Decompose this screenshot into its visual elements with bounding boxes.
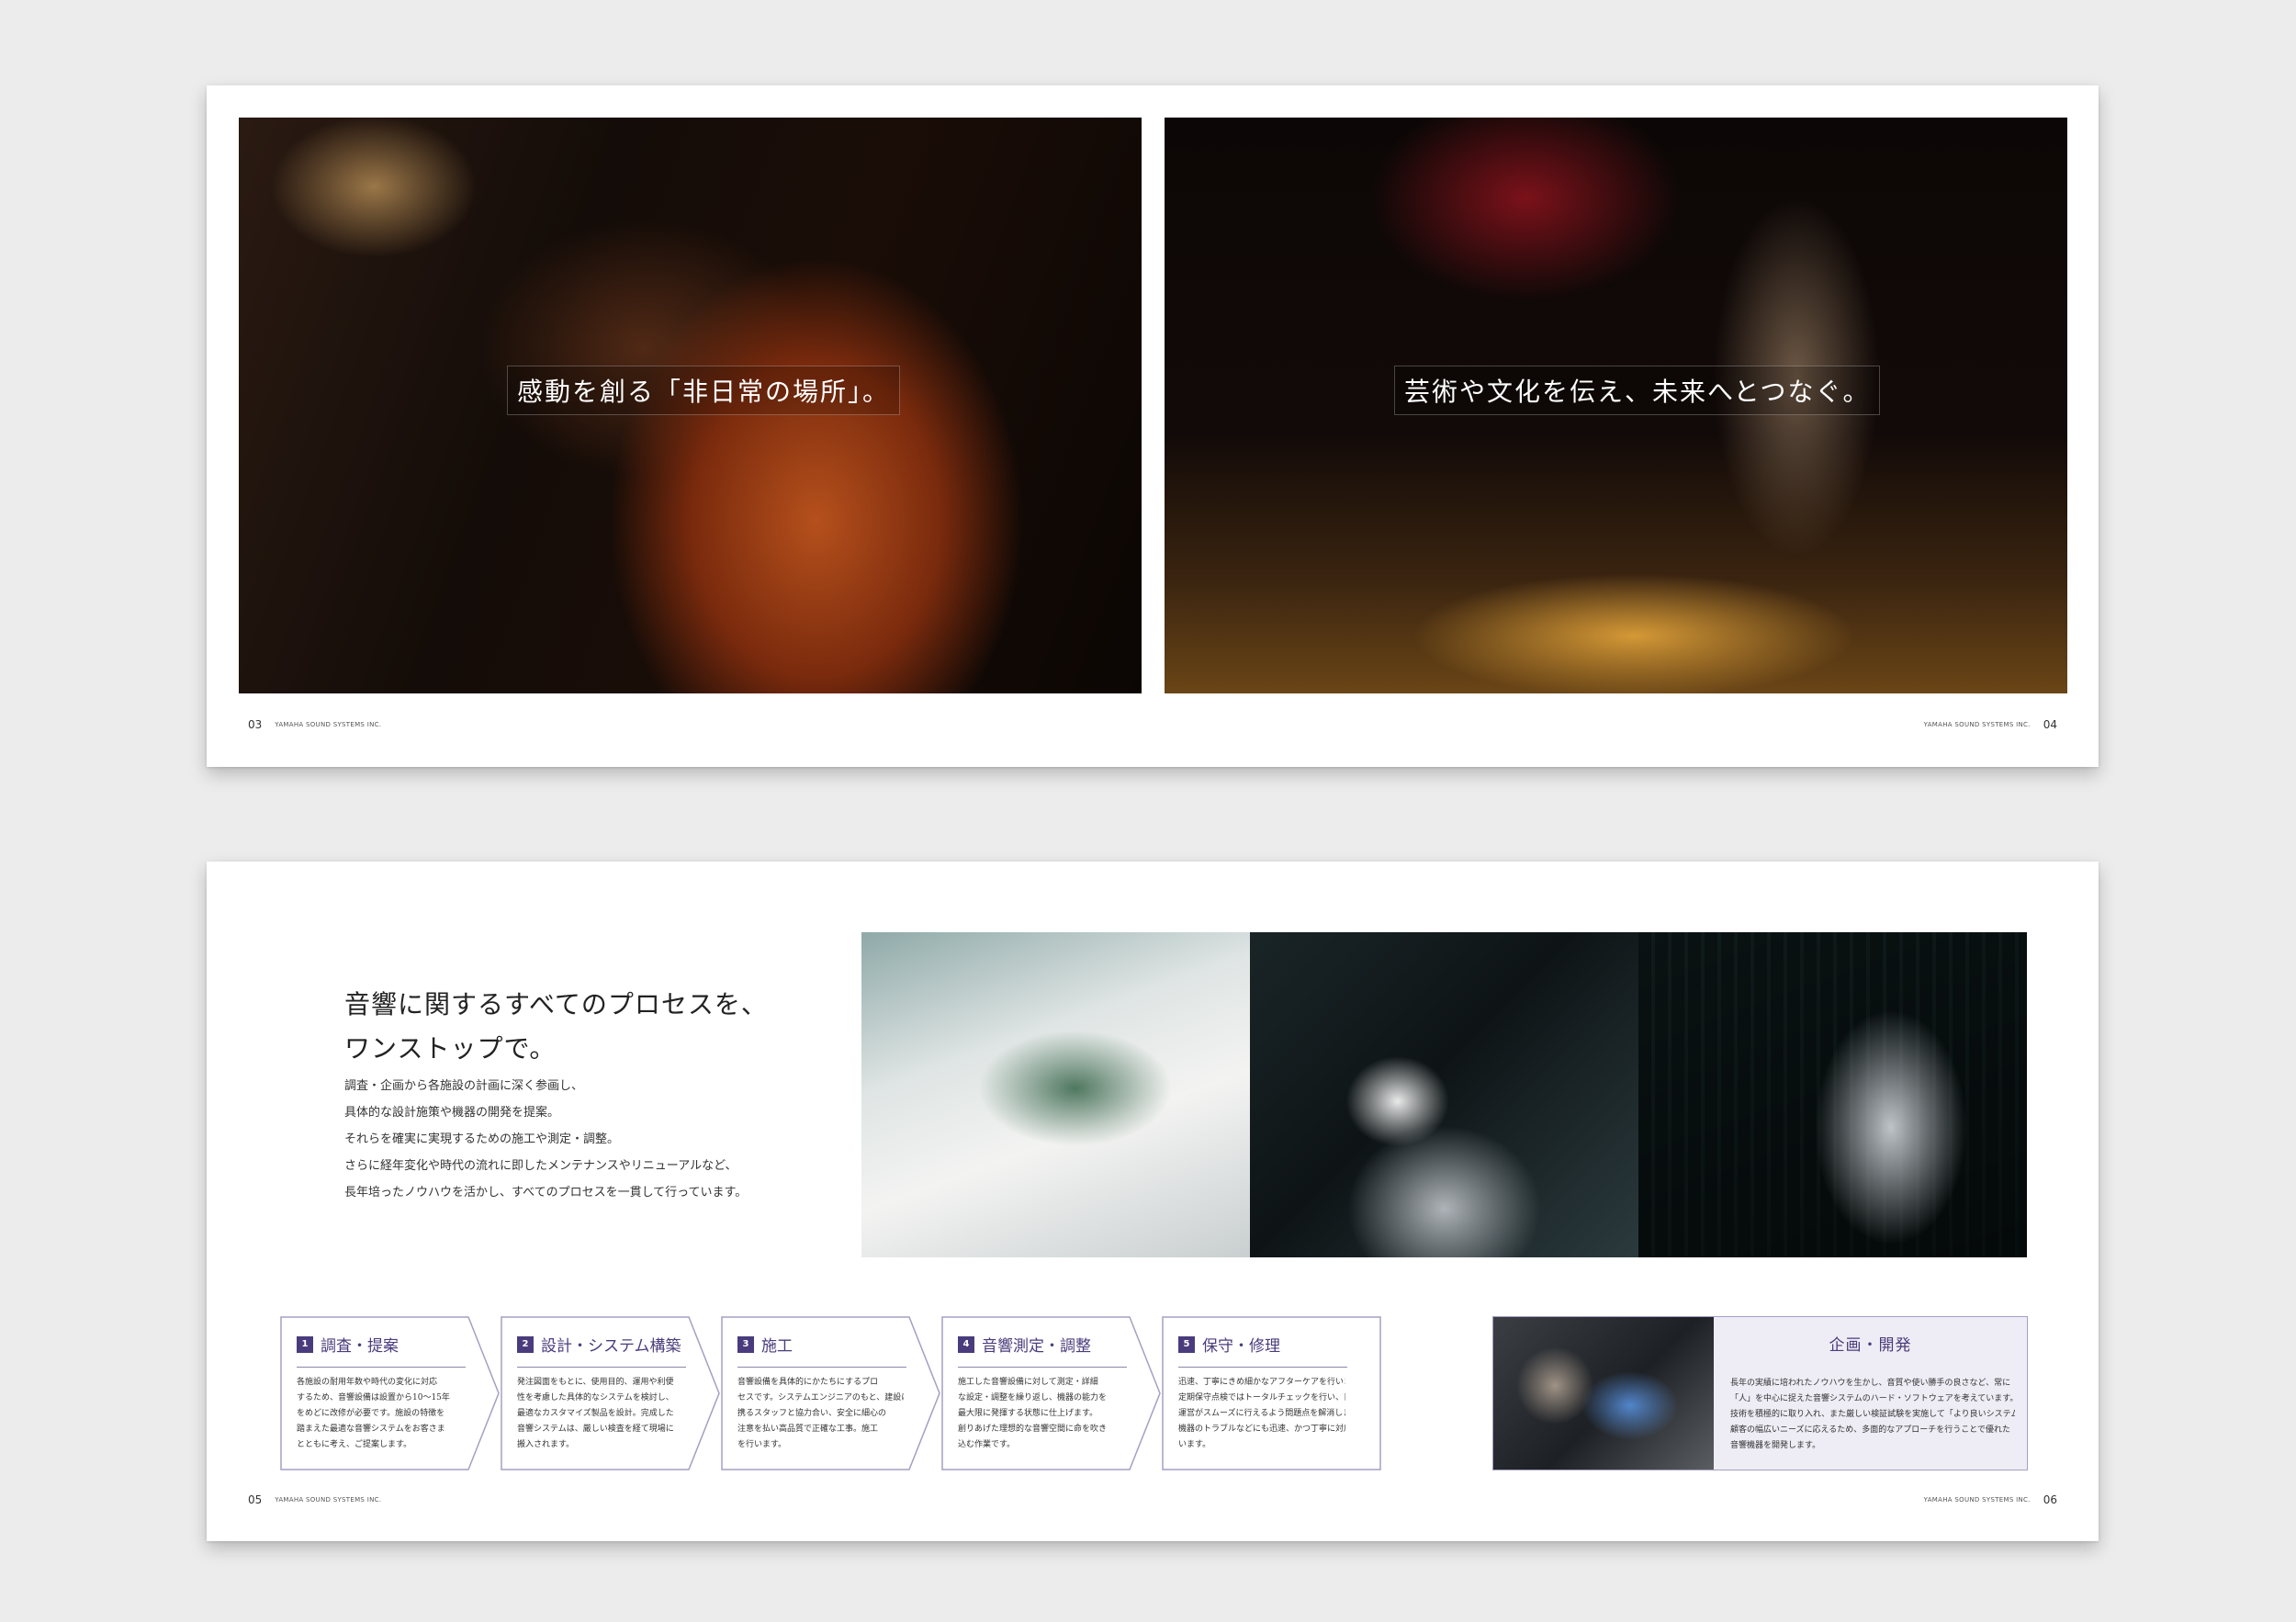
step-number-badge: 3	[737, 1335, 754, 1353]
lead-title-line: 音響に関するすべてのプロセスを、	[344, 989, 768, 1019]
step-body-line: 込む作業です。	[958, 1440, 1016, 1449]
step-body-line: います。	[1178, 1440, 1211, 1449]
step-number-badge: 5	[1178, 1335, 1195, 1353]
development-box: 企画・開発 長年の実績に培われたノウハウを生かし、音質や使い勝手の良さなど、常に…	[1492, 1316, 2028, 1470]
step-body-line: 最適なカスタマイズ製品を設計。完成した	[517, 1409, 674, 1418]
lead-body-line: 具体的な設計施策や機器の開発を提案。	[344, 1106, 560, 1120]
development-title: 企画・開発	[1829, 1336, 1912, 1355]
step-body-line: 発注図面をもとに、使用目的、運用や利便	[517, 1378, 674, 1387]
step-divider	[517, 1367, 686, 1368]
step-body-line: 踏まえた最適な音響システムをお客さま	[297, 1425, 445, 1434]
headline-right: 芸術や文化を伝え、未来へとつなぐ。	[1394, 366, 1881, 415]
step-number-badge: 1	[297, 1335, 313, 1353]
dancer-photo: 芸術や文化を伝え、未来へとつなぐ。	[1165, 118, 2067, 693]
development-body-line: 「人」を中心に捉えた音響システムのハード・ソフトウェアを考えています。最新の	[1730, 1394, 2015, 1403]
step-title: 音響測定・調整	[982, 1337, 1091, 1356]
step-body: 各施設の耐用年数や時代の変化に対応 するため、音響設備は設置から10～15年 を…	[297, 1375, 464, 1453]
step-body-line: 最大限に発揮する状態に仕上げます。	[958, 1409, 1098, 1418]
step-title: 調査・提案	[321, 1337, 399, 1356]
step-body: 発注図面をもとに、使用目的、運用や利便 性を考慮した具体的なシステムを検討し、 …	[517, 1375, 684, 1453]
step-body-line: とともに考え、ご提案します。	[297, 1440, 412, 1449]
step-body: 音響設備を具体的にかたちにするプロ セスです。システムエンジニアのもと、建設に …	[737, 1375, 905, 1453]
brand-name: YAMAHA SOUND SYSTEMS INC.	[1923, 1496, 2031, 1504]
brand-name: YAMAHA SOUND SYSTEMS INC.	[1923, 721, 2031, 728]
lead-body-line: 調査・企画から各施設の計画に深く参画し、	[344, 1079, 584, 1093]
step-body-line: 機器のトラブルなどにも迅速、かつ丁寧に対応して	[1178, 1425, 1345, 1434]
step-body-line: をめどに改修が必要です。施設の特徴を	[297, 1409, 445, 1418]
step-body-line: 性を考慮した具体的なシステムを検討し、	[517, 1393, 674, 1402]
step-body-line: 運営がスムーズに行えるよう問題点を解消します。	[1178, 1409, 1345, 1418]
step-title: 施工	[761, 1337, 793, 1356]
development-body-line: 技術を積極的に取り入れ、また厳しい検証試験を実施して「より良いシステムへ」。	[1730, 1410, 2015, 1419]
page-number: 03	[248, 718, 263, 731]
step-body-line: 創りあげた理想的な音響空間に命を吹き	[958, 1425, 1108, 1434]
step-body-line: 音響システムは、厳しい検査を経て現場に	[517, 1425, 674, 1434]
development-body: 長年の実績に培われたノウハウを生かし、音質や使い勝手の良さなど、常に 「人」を中…	[1730, 1376, 2015, 1454]
page-number: 05	[248, 1493, 263, 1506]
cello-photo: 感動を創る「非日常の場所」。	[239, 118, 1142, 693]
step-heading: 1 調査・提案	[297, 1333, 399, 1356]
process-step-5: 5 保守・修理 迅速、丁寧にきめ細かなアフターケアを行います。 定期保守点検では…	[1162, 1316, 1382, 1470]
lead-body: 調査・企画から各施設の計画に深く参画し、 具体的な設計施策や機器の開発を提案。 …	[344, 1073, 822, 1206]
step-body-line: を行います。	[737, 1440, 787, 1449]
process-step-4: 4 音響測定・調整 施工した音響設備に対して測定・詳細 な設定・調整を繰り返し、…	[941, 1316, 1162, 1470]
installation-photo	[1250, 932, 1638, 1257]
development-body-line: 音響機器を開発します。	[1730, 1441, 1821, 1450]
step-number-badge: 4	[958, 1335, 974, 1353]
step-body-line: するため、音響設備は設置から10～15年	[297, 1393, 450, 1402]
lead-title: 音響に関するすべてのプロセスを、 ワンストップで。	[344, 983, 804, 1071]
photo-strip	[861, 932, 2027, 1257]
step-body-line: 音響設備を具体的にかたちにするプロ	[737, 1378, 879, 1387]
step-body-line: な設定・調整を繰り返し、機器の能力を	[958, 1393, 1108, 1402]
page-number: 06	[2043, 1493, 2057, 1506]
page-number: 04	[2043, 718, 2057, 731]
lead-body-line: 長年培ったノウハウを活かし、すべてのプロセスを一貫して行っています。	[344, 1186, 748, 1200]
step-divider	[1178, 1367, 1347, 1368]
process-step-3: 3 施工 音響設備を具体的にかたちにするプロ セスです。システムエンジニアのもと…	[721, 1316, 941, 1470]
step-divider	[737, 1367, 906, 1368]
lead-body-line: さらに経年変化や時代の流れに即したメンテナンスやリニューアルなど、	[344, 1159, 737, 1173]
process-step-2: 2 設計・システム構築 発注図面をもとに、使用目的、運用や利便 性を考慮した具体…	[501, 1316, 721, 1470]
step-body: 施工した音響設備に対して測定・詳細 な設定・調整を繰り返し、機器の能力を 最大限…	[958, 1375, 1125, 1453]
step-body: 迅速、丁寧にきめ細かなアフターケアを行います。 定期保守点検ではトータルチェック…	[1178, 1375, 1345, 1453]
step-body-line: 携るスタッフと協力合い、安全に細心の	[737, 1409, 887, 1418]
step-body-line: 各施設の耐用年数や時代の変化に対応	[297, 1378, 438, 1387]
step-heading: 4 音響測定・調整	[958, 1333, 1091, 1356]
development-body-line: 長年の実績に培われたノウハウを生かし、音質や使い勝手の良さなど、常に	[1730, 1379, 2011, 1388]
process-steps: 1 調査・提案 各施設の耐用年数や時代の変化に対応 するため、音響設備は設置から…	[280, 1316, 1382, 1470]
spread-pages-03-04: 感動を創る「非日常の場所」。 芸術や文化を伝え、未来へとつなぐ。 03 YAMA…	[207, 85, 2099, 767]
step-heading: 5 保守・修理	[1178, 1333, 1280, 1356]
folio-page-04: YAMAHA SOUND SYSTEMS INC. 04	[1924, 718, 2057, 731]
step-heading: 3 施工	[737, 1333, 793, 1356]
brand-name: YAMAHA SOUND SYSTEMS INC.	[275, 1496, 382, 1504]
engineer-photo	[1493, 1317, 1714, 1470]
folio-page-05: 05 YAMAHA SOUND SYSTEMS INC.	[248, 1493, 381, 1506]
step-body-line: 施工した音響設備に対して測定・詳細	[958, 1378, 1098, 1387]
folio-page-06: YAMAHA SOUND SYSTEMS INC. 06	[1924, 1493, 2057, 1506]
lead-body-line: それらを確実に実現するための施工や測定・調整。	[344, 1132, 620, 1146]
development-text: 企画・開発 長年の実績に培われたノウハウを生かし、音質や使い勝手の良さなど、常に…	[1714, 1317, 2027, 1470]
step-title: 設計・システム構築	[541, 1337, 681, 1356]
development-body-line: 顧客の幅広いニーズに応えるため、多面的なアプローチを行うことで優れた	[1730, 1425, 2011, 1435]
technician-photo	[1638, 932, 2027, 1257]
spread-pages-05-06: 音響に関するすべてのプロセスを、 ワンストップで。 調査・企画から各施設の計画に…	[207, 862, 2099, 1541]
process-step-1: 1 調査・提案 各施設の耐用年数や時代の変化に対応 するため、音響設備は設置から…	[280, 1316, 501, 1470]
step-body-line: 定期保守点検ではトータルチェックを行い、日常の	[1178, 1393, 1345, 1402]
headline-left: 感動を創る「非日常の場所」。	[507, 366, 901, 415]
step-body-line: 注意を払い高品質で正確な工事。施工	[737, 1425, 879, 1434]
step-heading: 2 設計・システム構築	[517, 1333, 681, 1356]
lead-title-line: ワンストップで。	[344, 1033, 557, 1064]
folio-page-03: 03 YAMAHA SOUND SYSTEMS INC.	[248, 718, 381, 731]
brand-name: YAMAHA SOUND SYSTEMS INC.	[275, 721, 382, 728]
step-title: 保守・修理	[1202, 1337, 1280, 1356]
step-divider	[958, 1367, 1127, 1368]
step-number-badge: 2	[517, 1335, 534, 1353]
step-body-line: 迅速、丁寧にきめ細かなアフターケアを行います。	[1178, 1378, 1345, 1387]
step-divider	[297, 1367, 466, 1368]
planning-photo	[861, 932, 1250, 1257]
step-body-line: 搬入されます。	[517, 1440, 575, 1449]
step-body-line: セスです。システムエンジニアのもと、建設に	[737, 1393, 905, 1402]
